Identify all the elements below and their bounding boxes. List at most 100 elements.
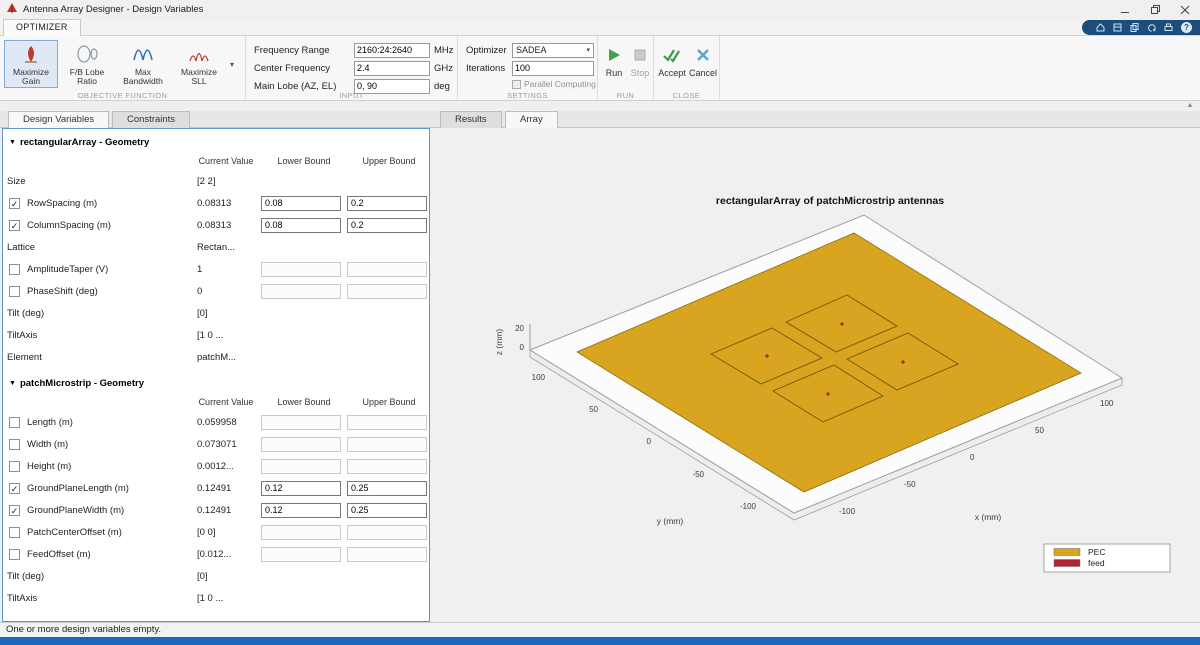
variable-row: TiltAxis[1 0 ...	[3, 587, 429, 609]
variable-checkbox[interactable]	[9, 527, 20, 538]
run-section: Run Stop RUN	[598, 36, 654, 101]
center-frequency-input[interactable]	[354, 61, 430, 76]
lower-bound-input[interactable]	[261, 547, 341, 562]
qa-print-icon[interactable]	[1164, 19, 1173, 37]
tab-optimizer[interactable]: OPTIMIZER	[3, 19, 81, 36]
lower-bound-input[interactable]	[261, 284, 341, 299]
current-value: 0.08313	[191, 198, 261, 209]
section-label: OBJECTIVE FUNCTION	[0, 91, 245, 100]
variable-row: TiltAxis[1 0 ...	[3, 324, 429, 346]
tab-results[interactable]: Results	[440, 111, 502, 128]
upper-bound-input[interactable]	[347, 525, 427, 540]
tab-array[interactable]: Array	[505, 111, 558, 128]
current-value: [1 0 ...	[191, 593, 261, 604]
collapse-toolstrip-icon[interactable]: ▴	[1188, 100, 1192, 109]
lower-bound-input[interactable]	[261, 415, 341, 430]
variable-row: ✓GroundPlaneLength (m)0.12491	[3, 477, 429, 499]
current-value: 1	[191, 264, 261, 275]
feed-point	[901, 360, 904, 363]
upper-bound-input[interactable]	[347, 481, 427, 496]
stop-icon	[631, 46, 649, 66]
upper-bound-input[interactable]	[347, 218, 427, 233]
tab-design-variables[interactable]: Design Variables	[8, 111, 109, 128]
z-tick: 20	[515, 324, 524, 333]
frequency-range-input[interactable]	[354, 43, 430, 58]
variable-checkbox[interactable]	[9, 286, 20, 297]
variable-checkbox[interactable]: ✓	[9, 483, 20, 494]
upper-bound-input[interactable]	[347, 284, 427, 299]
qa-copy-icon[interactable]	[1130, 19, 1139, 37]
y-tick: 0	[647, 437, 652, 446]
parallel-computing-checkbox[interactable]	[512, 80, 521, 89]
lower-bound-input[interactable]	[261, 262, 341, 277]
optimizer-select[interactable]: SADEA ▾	[512, 43, 594, 58]
tab-constraints[interactable]: Constraints	[112, 111, 190, 128]
variable-checkbox[interactable]: ✓	[9, 198, 20, 209]
x-axis-label: x (mm)	[975, 512, 1002, 522]
upper-bound-input[interactable]	[347, 437, 427, 452]
variable-name: Length (m)	[27, 417, 191, 428]
variable-name: Height (m)	[27, 461, 191, 472]
feed-point	[826, 392, 829, 395]
current-value: [2 2]	[191, 176, 261, 187]
upper-bound-input[interactable]	[347, 415, 427, 430]
variable-checkbox[interactable]	[9, 439, 20, 450]
x-tick: 0	[970, 453, 975, 462]
lower-bound-input[interactable]	[261, 525, 341, 540]
lower-bound-input[interactable]	[261, 503, 341, 518]
upper-bound-input[interactable]	[347, 503, 427, 518]
variable-checkbox[interactable]: ✓	[9, 505, 20, 516]
variable-name: Width (m)	[27, 439, 191, 450]
cancel-button[interactable]: Cancel	[688, 46, 718, 78]
variable-row: Tilt (deg)[0]	[3, 565, 429, 587]
upper-bound-input[interactable]	[347, 262, 427, 277]
frequency-range-unit: MHz	[434, 45, 454, 56]
variable-checkbox[interactable]	[9, 417, 20, 428]
upper-bound-input[interactable]	[347, 459, 427, 474]
variable-name: PatchCenterOffset (m)	[27, 527, 191, 538]
lower-bound-input[interactable]	[261, 437, 341, 452]
minimize-button[interactable]	[1110, 0, 1140, 19]
section-title[interactable]: ▼ rectangularArray - Geometry	[9, 137, 429, 148]
qa-layout-icon[interactable]	[1113, 19, 1122, 37]
variable-row: ElementpatchM...	[3, 346, 429, 368]
iterations-input[interactable]	[512, 61, 594, 76]
qa-undo-icon[interactable]	[1147, 19, 1156, 37]
variable-checkbox[interactable]	[9, 549, 20, 560]
objective-dropdown-arrow[interactable]: ▾	[230, 60, 234, 69]
toolstrip-gap: ▴	[0, 102, 1200, 111]
lower-bound-input[interactable]	[261, 196, 341, 211]
lower-bound-input[interactable]	[261, 481, 341, 496]
maximize-gain-button[interactable]: Maximize Gain	[4, 40, 58, 88]
help-icon[interactable]: ?	[1181, 22, 1192, 33]
section-title[interactable]: ▼ patchMicrostrip - Geometry	[9, 378, 429, 389]
max-bandwidth-button[interactable]: Max Bandwidth	[116, 40, 170, 88]
gain-pattern-icon	[20, 44, 42, 67]
variable-name: RowSpacing (m)	[27, 198, 191, 209]
qa-home-icon[interactable]	[1096, 19, 1105, 37]
button-label: Run	[606, 68, 623, 78]
section-label: SETTINGS	[458, 91, 597, 100]
maximize-sll-button[interactable]: Maximize SLL	[172, 40, 226, 88]
stop-button[interactable]: Stop	[628, 46, 652, 78]
run-button[interactable]: Run	[602, 46, 626, 78]
accept-button[interactable]: Accept	[656, 46, 688, 78]
plot-canvas[interactable]: rectangularArray of patchMicrostrip ante…	[432, 128, 1198, 622]
close-button[interactable]	[1170, 0, 1200, 19]
z-tick: 0	[520, 343, 525, 352]
lower-bound-input[interactable]	[261, 218, 341, 233]
y-axis-label: y (mm)	[657, 516, 684, 526]
variable-checkbox[interactable]	[9, 264, 20, 275]
variable-checkbox[interactable]: ✓	[9, 220, 20, 231]
button-label: Stop	[631, 68, 650, 78]
upper-bound-input[interactable]	[347, 547, 427, 562]
plot-title: rectangularArray of patchMicrostrip ante…	[716, 195, 944, 207]
cancel-x-icon	[694, 46, 712, 66]
fb-lobe-ratio-button[interactable]: F/B Lobe Ratio	[60, 40, 114, 88]
lower-bound-input[interactable]	[261, 459, 341, 474]
button-label: Max Bandwidth	[117, 68, 169, 87]
variable-checkbox[interactable]	[9, 461, 20, 472]
center-frequency-label: Center Frequency	[254, 63, 354, 74]
upper-bound-input[interactable]	[347, 196, 427, 211]
restore-button[interactable]	[1140, 0, 1170, 19]
